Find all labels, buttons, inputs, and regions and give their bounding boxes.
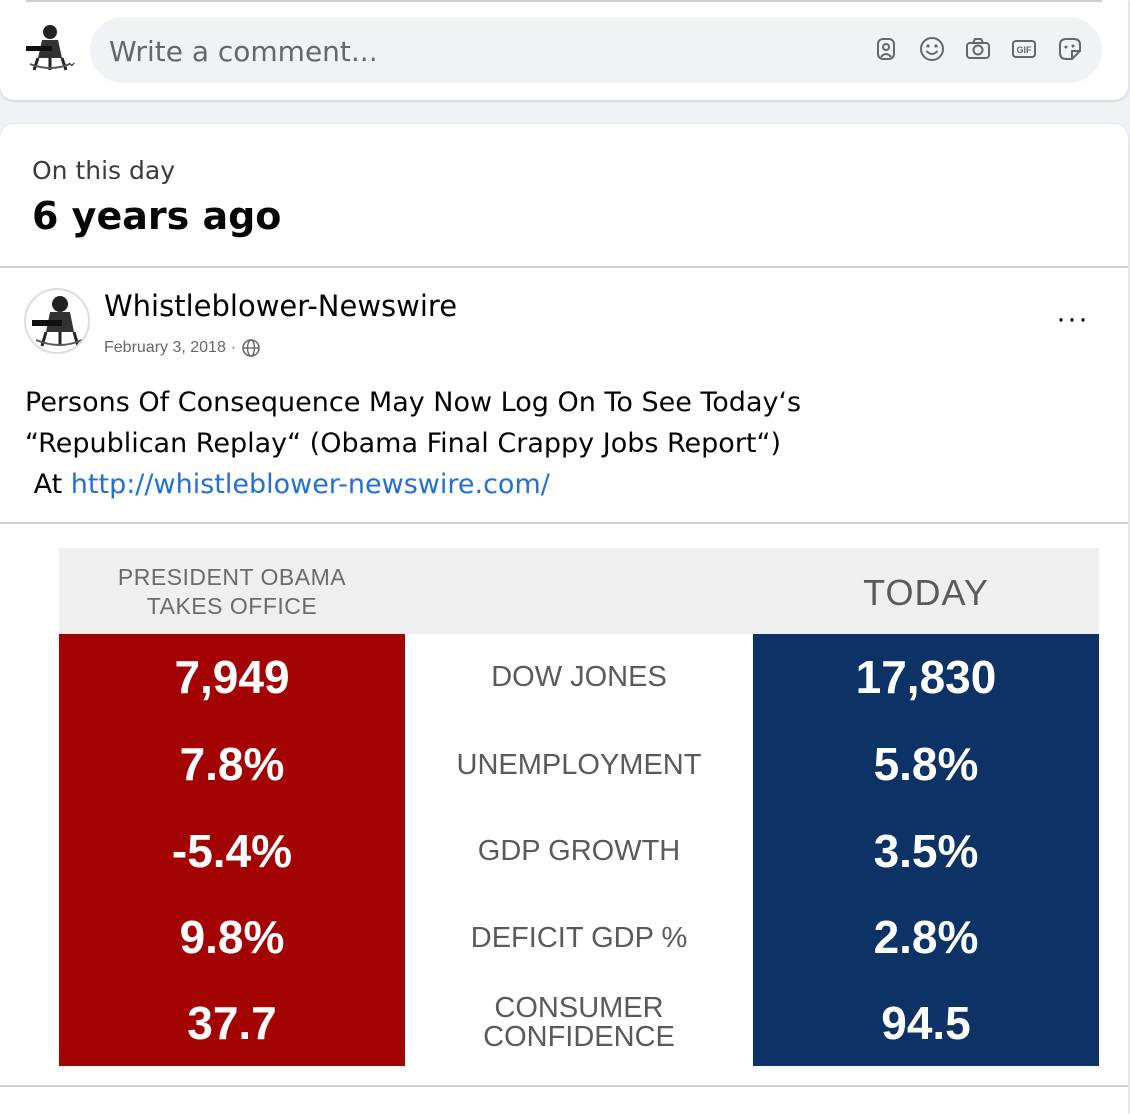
right-value: 5.8% <box>873 738 979 790</box>
right-value: 3.5% <box>873 825 979 877</box>
left-value: 9.8% <box>179 911 285 963</box>
emoji-icon[interactable] <box>916 33 948 65</box>
post-text-prefix: At <box>33 469 63 500</box>
left-panel: 7,949 7.8% -5.4% 9.8% 37.7 <box>59 634 405 1066</box>
comment-card: ⌄ Write a comment... GIF <box>0 0 1128 100</box>
metric-label: UNEMPLOYMENT <box>456 749 702 781</box>
memory-card: On this day 6 years ago Whistleblower-Ne… <box>0 124 1128 1114</box>
chevron-down-icon[interactable]: ⌄ <box>66 54 78 68</box>
right-panel: 17,830 5.8% 3.5% 2.8% 94.5 <box>753 634 1099 1066</box>
metric-label-line: CONSUMER <box>494 992 664 1024</box>
post-text-line: “Republican Replay“ (Obama Final Crappy … <box>25 428 782 459</box>
svg-text:GIF: GIF <box>1017 45 1033 55</box>
gif-icon[interactable]: GIF <box>1008 33 1040 65</box>
more-options-button[interactable]: ··· <box>1056 304 1089 334</box>
left-value: -5.4% <box>171 825 293 877</box>
header-left: PRESIDENT OBAMA TAKES OFFICE <box>59 563 405 621</box>
camera-icon[interactable] <box>962 33 994 65</box>
divider <box>26 0 1102 2</box>
infographic-header: PRESIDENT OBAMA TAKES OFFICE TODAY <box>59 548 1099 634</box>
header-left-line: PRESIDENT OBAMA <box>117 564 347 590</box>
post-author-link[interactable]: Whistleblower-Newswire <box>104 289 457 323</box>
globe-icon[interactable] <box>241 338 261 358</box>
post-text: Persons Of Consequence May Now Log On To… <box>25 382 1025 505</box>
left-value: 37.7 <box>187 997 277 1049</box>
left-value: 7,949 <box>174 651 290 703</box>
metric-label-line: CONFIDENCE <box>483 1021 675 1053</box>
separator: · <box>230 339 237 356</box>
avatar-icon <box>32 296 83 347</box>
comment-toolbar: GIF <box>870 33 1086 65</box>
header-right: TODAY <box>863 572 989 613</box>
page-avatar[interactable] <box>24 288 90 354</box>
right-value: 2.8% <box>873 911 979 963</box>
avatar-sticker-icon[interactable] <box>870 33 902 65</box>
post-date-link[interactable]: February 3, 2018 <box>104 339 226 357</box>
memory-title: 6 years ago <box>32 194 282 238</box>
post-link-line: At http://whistleblower-newswire.com/ <box>25 464 1025 505</box>
comment-input[interactable]: Write a comment... GIF <box>90 17 1102 83</box>
header-left-line: TAKES OFFICE <box>146 593 318 619</box>
divider <box>0 1085 1128 1087</box>
post-link[interactable]: http://whistleblower-newswire.com/ <box>71 469 550 500</box>
post-meta: February 3, 2018 · <box>104 338 261 358</box>
metric-label: DOW JONES <box>491 661 667 693</box>
post-text-line: Persons Of Consequence May Now Log On To… <box>25 387 802 418</box>
right-value: 94.5 <box>881 997 971 1049</box>
metric-label: CONSUMER CONFIDENCE <box>405 994 753 1052</box>
divider <box>0 522 1128 524</box>
post-image[interactable]: PRESIDENT OBAMA TAKES OFFICE TODAY 7,949… <box>59 548 1099 1066</box>
sticker-icon[interactable] <box>1054 33 1086 65</box>
divider <box>0 266 1128 268</box>
memory-label: On this day <box>32 156 176 185</box>
left-value: 7.8% <box>179 738 285 790</box>
comment-placeholder: Write a comment... <box>109 35 378 68</box>
metric-label: DEFICIT GDP % <box>470 922 688 954</box>
metric-label: GDP GROWTH <box>477 835 681 867</box>
right-value: 17,830 <box>855 651 997 703</box>
